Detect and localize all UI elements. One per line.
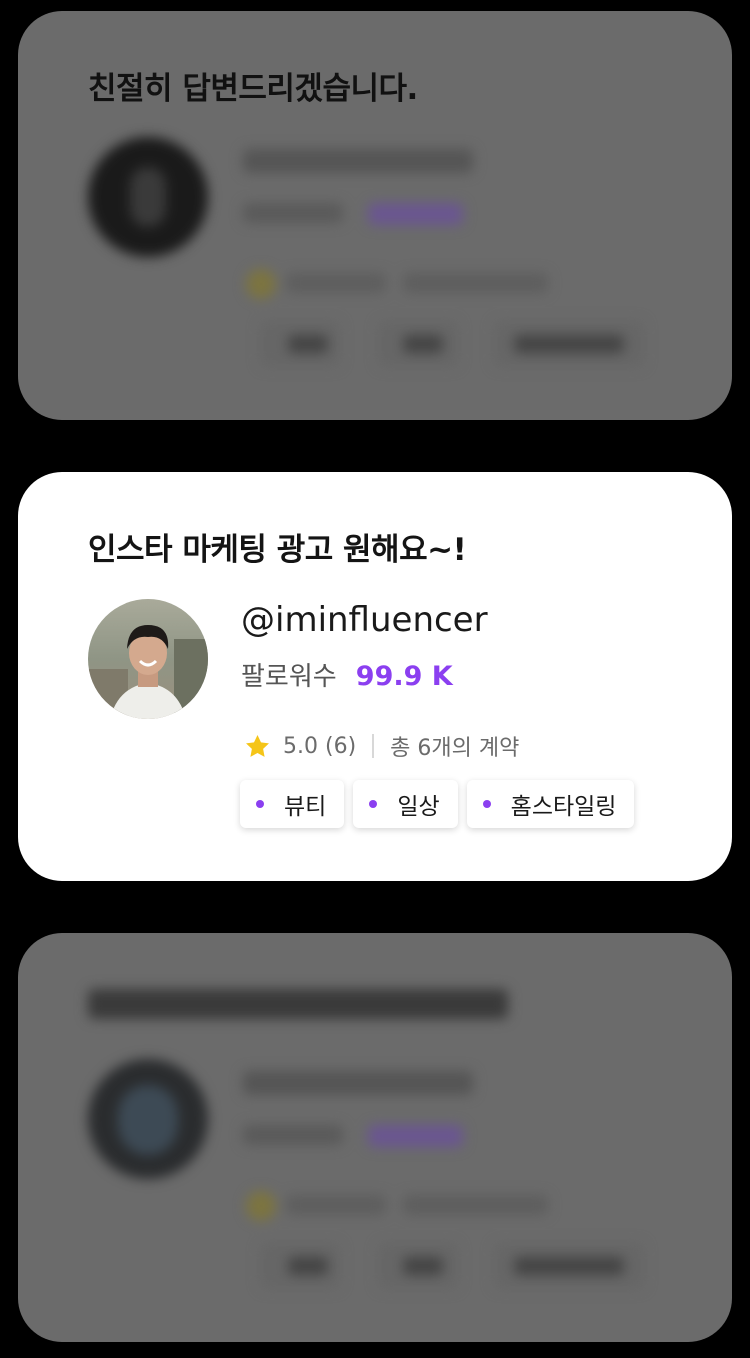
dot-icon xyxy=(482,800,491,808)
tag-label: 일상 xyxy=(397,794,440,820)
followers-row: 팔로워수 99.9 K xyxy=(241,656,453,693)
category-tags: 뷰티 일상 홈스타일링 xyxy=(240,780,635,828)
rating-value: 5.0 xyxy=(283,733,318,759)
influencer-card-dimmed-bottom[interactable] xyxy=(18,933,732,1342)
card-title: 친절히 답변드리겠습니다. xyxy=(88,71,418,107)
followers-value: 99.9 K xyxy=(355,661,453,692)
rating-row: 5.0 (6) 총 6개의 계약 xyxy=(244,730,519,762)
influencer-card[interactable]: 인스타 마케팅 광고 원해요~! @iminfluencer 팔로워수 99.9… xyxy=(18,472,732,881)
influencer-card-dimmed-top[interactable]: 친절히 답변드리겠습니다. xyxy=(18,11,732,420)
tag-beauty[interactable]: 뷰티 xyxy=(240,780,345,828)
tag-daily[interactable]: 일상 xyxy=(353,780,458,828)
card-title: 인스타 마케팅 광고 원해요~! xyxy=(88,532,467,568)
dot-icon xyxy=(369,800,378,808)
avatar xyxy=(88,599,208,719)
divider xyxy=(372,734,375,758)
star-icon xyxy=(246,734,269,757)
tag-label: 홈스타일링 xyxy=(510,794,617,820)
avatar xyxy=(88,1059,208,1179)
tag-label: 뷰티 xyxy=(284,794,327,820)
contract-count: 총 6개의 계약 xyxy=(390,736,520,761)
avatar xyxy=(88,137,208,257)
rating-score: 5.0 (6) xyxy=(283,734,356,759)
avatar-photo xyxy=(88,599,208,719)
tag-home-styling[interactable]: 홈스타일링 xyxy=(466,780,635,828)
dot-icon xyxy=(256,800,264,808)
followers-label: 팔로워수 xyxy=(241,662,337,692)
influencer-handle[interactable]: @iminfluencer xyxy=(241,600,488,640)
review-count: (6) xyxy=(325,733,357,759)
